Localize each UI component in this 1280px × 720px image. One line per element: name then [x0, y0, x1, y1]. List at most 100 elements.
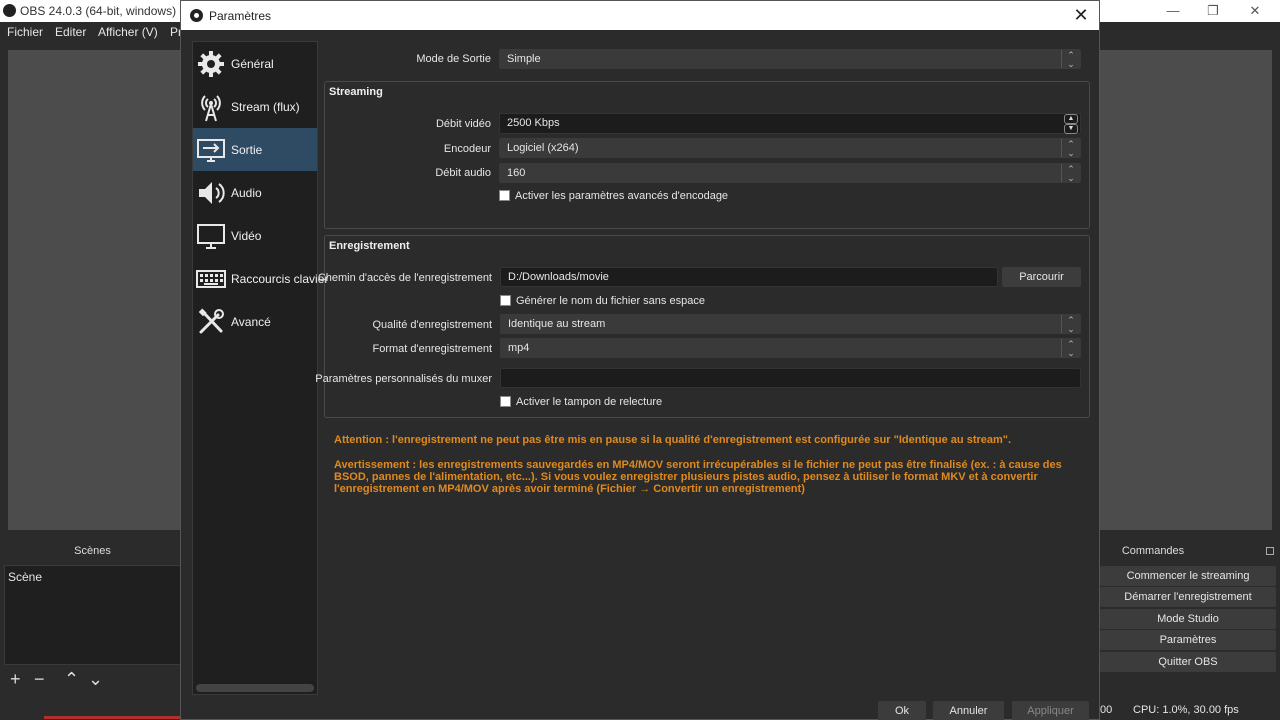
chevron-updown-icon: ⌃ ⌄ [1061, 315, 1080, 334]
advanced-encoding-checkbox[interactable] [499, 190, 510, 201]
settings-dialog: Paramètres ✕ Général Stream (flux) Sorti… [180, 0, 1100, 720]
sidebar-item-label: Sortie [231, 143, 263, 157]
video-bitrate-field[interactable]: 2500 Kbps ▲ ▼ [499, 113, 1081, 134]
output-icon [197, 139, 225, 162]
recording-quality-label: Qualité d'enregistrement [372, 319, 493, 331]
start-streaming-button[interactable]: Commencer le streaming [1100, 566, 1276, 586]
streaming-title: Streaming [329, 86, 383, 98]
menu-editer[interactable]: Editer [55, 25, 86, 39]
settings-sidebar: Général Stream (flux) Sortie Audio Vidéo… [192, 41, 328, 695]
obs-logo-icon [3, 4, 16, 17]
controls-dock-title: Commandes [1121, 545, 1185, 557]
advanced-encoding-label[interactable]: Activer les paramètres avancés d'encodag… [515, 190, 728, 202]
move-up-icon[interactable]: ⌃ [64, 669, 79, 690]
output-mode-label: Mode de Sortie [416, 53, 491, 65]
scenes-toolbar: + − ⌃ ⌄ [4, 667, 181, 691]
menu-afficher[interactable]: Afficher (V) [98, 25, 158, 39]
chevron-updown-icon: ⌃ ⌄ [1061, 139, 1080, 158]
recording-format-value: mp4 [508, 342, 530, 354]
menu-fichier[interactable]: Fichier [7, 25, 43, 39]
antenna-icon [201, 95, 221, 122]
replay-buffer-checkbox[interactable] [500, 396, 511, 407]
recording-path-label: Chemin d'accès de l'enregistrement [317, 272, 492, 284]
dialog-title: Paramètres [209, 9, 272, 23]
sidebar-item-label: Raccourcis clavier [231, 272, 329, 286]
output-mode-select[interactable]: Simple ⌃ ⌄ [499, 49, 1081, 69]
quit-button[interactable]: Quitter OBS [1100, 652, 1276, 672]
settings-button[interactable]: Paramètres [1100, 630, 1276, 650]
sidebar-item-label: Vidéo [231, 229, 262, 243]
sidebar-item-stream[interactable]: Stream (flux) [193, 85, 317, 128]
obs-logo-icon [190, 9, 203, 22]
minimize-icon[interactable]: — [1158, 2, 1188, 20]
encoder-select[interactable]: Logiciel (x264) ⌃ ⌄ [499, 138, 1081, 158]
browse-button[interactable]: Parcourir [1002, 267, 1081, 287]
sidebar-item-label: Général [231, 57, 274, 71]
recording-title: Enregistrement [329, 240, 410, 252]
muxer-settings-label: Paramètres personnalisés du muxer [315, 373, 492, 385]
audio-bitrate-label: Débit audio [435, 167, 491, 179]
sidebar-item-hotkeys[interactable]: Raccourcis clavier [193, 257, 328, 300]
sidebar-item-label: Audio [231, 186, 262, 200]
recording-path-field[interactable]: D:/Downloads/movie [500, 267, 998, 287]
preview-area-right [1100, 50, 1272, 530]
scenes-dock-title: Scènes [74, 545, 111, 557]
recording-format-select[interactable]: mp4 ⌃ ⌄ [500, 338, 1081, 358]
speaker-icon [199, 182, 225, 204]
recording-path-value: D:/Downloads/movie [508, 271, 609, 283]
status-partial: 00 [1100, 704, 1113, 716]
spin-down-icon[interactable]: ▼ [1064, 124, 1078, 134]
ok-button[interactable]: Ok [878, 701, 926, 720]
studio-mode-button[interactable]: Mode Studio [1100, 609, 1276, 629]
sidebar-scrollbar[interactable] [196, 684, 314, 692]
recording-format-label: Format d'enregistrement [372, 343, 492, 355]
scene-item[interactable]: Scène [8, 570, 42, 584]
preview-area [8, 50, 181, 530]
chevron-updown-icon: ⌃ ⌄ [1061, 50, 1080, 69]
move-down-icon[interactable]: ⌄ [88, 669, 103, 690]
dock-float-icon[interactable] [1266, 547, 1274, 555]
encoder-label: Encodeur [443, 143, 491, 155]
audio-bitrate-select[interactable]: 160 ⌃ ⌄ [499, 163, 1081, 183]
pause-warning-text: Attention : l'enregistrement ne peut pas… [334, 434, 1012, 446]
cancel-button[interactable]: Annuler [933, 701, 1004, 720]
apply-button[interactable]: Appliquer [1012, 701, 1089, 720]
gear-icon [198, 51, 224, 77]
obs-window-title: OBS 24.0.3 (64-bit, windows) - P [20, 4, 195, 18]
start-recording-button[interactable]: Démarrer l'enregistrement [1100, 587, 1276, 607]
replay-buffer-label[interactable]: Activer le tampon de relecture [516, 396, 662, 408]
monitor-icon [197, 224, 225, 249]
video-bitrate-spinner[interactable]: ▲ ▼ [1063, 114, 1080, 135]
muxer-settings-field[interactable] [500, 368, 1081, 388]
chevron-updown-icon: ⌃ ⌄ [1061, 339, 1080, 358]
recording-quality-select[interactable]: Identique au stream ⌃ ⌄ [500, 314, 1081, 334]
sidebar-item-video[interactable]: Vidéo [193, 214, 317, 257]
audio-bitrate-value: 160 [507, 167, 526, 179]
remove-icon[interactable]: − [34, 669, 45, 690]
sidebar-item-label: Stream (flux) [231, 100, 300, 114]
video-bitrate-label: Débit vidéo [435, 118, 491, 130]
chevron-updown-icon: ⌃ ⌄ [1061, 164, 1080, 183]
keyboard-icon [196, 270, 226, 288]
recording-quality-value: Identique au stream [508, 318, 606, 330]
output-mode-value: Simple [507, 53, 541, 65]
encoder-value: Logiciel (x264) [507, 142, 579, 154]
restore-icon[interactable]: ❐ [1198, 2, 1228, 20]
scenes-list[interactable]: Scène [4, 565, 181, 665]
sidebar-item-output[interactable]: Sortie [193, 128, 317, 171]
spin-up-icon[interactable]: ▲ [1064, 114, 1078, 124]
sidebar-item-general[interactable]: Général [193, 42, 317, 85]
add-icon[interactable]: + [10, 669, 21, 690]
sidebar-item-audio[interactable]: Audio [193, 171, 317, 214]
status-cpu: CPU: 1.0%, 30.00 fps [1133, 704, 1239, 716]
mp4-warning-text: Avertissement : les enregistrements sauv… [334, 459, 1062, 495]
close-icon[interactable]: ✕ [1240, 2, 1270, 20]
tools-icon [198, 308, 224, 334]
no-space-filename-checkbox[interactable] [500, 295, 511, 306]
sidebar-item-label: Avancé [231, 315, 271, 329]
video-bitrate-value: 2500 Kbps [507, 117, 560, 129]
no-space-filename-label[interactable]: Générer le nom du fichier sans espace [516, 295, 705, 307]
sidebar-item-advanced[interactable]: Avancé [193, 300, 317, 343]
close-icon[interactable]: ✕ [1069, 5, 1093, 25]
dialog-titlebar: Paramètres ✕ [181, 1, 1099, 30]
